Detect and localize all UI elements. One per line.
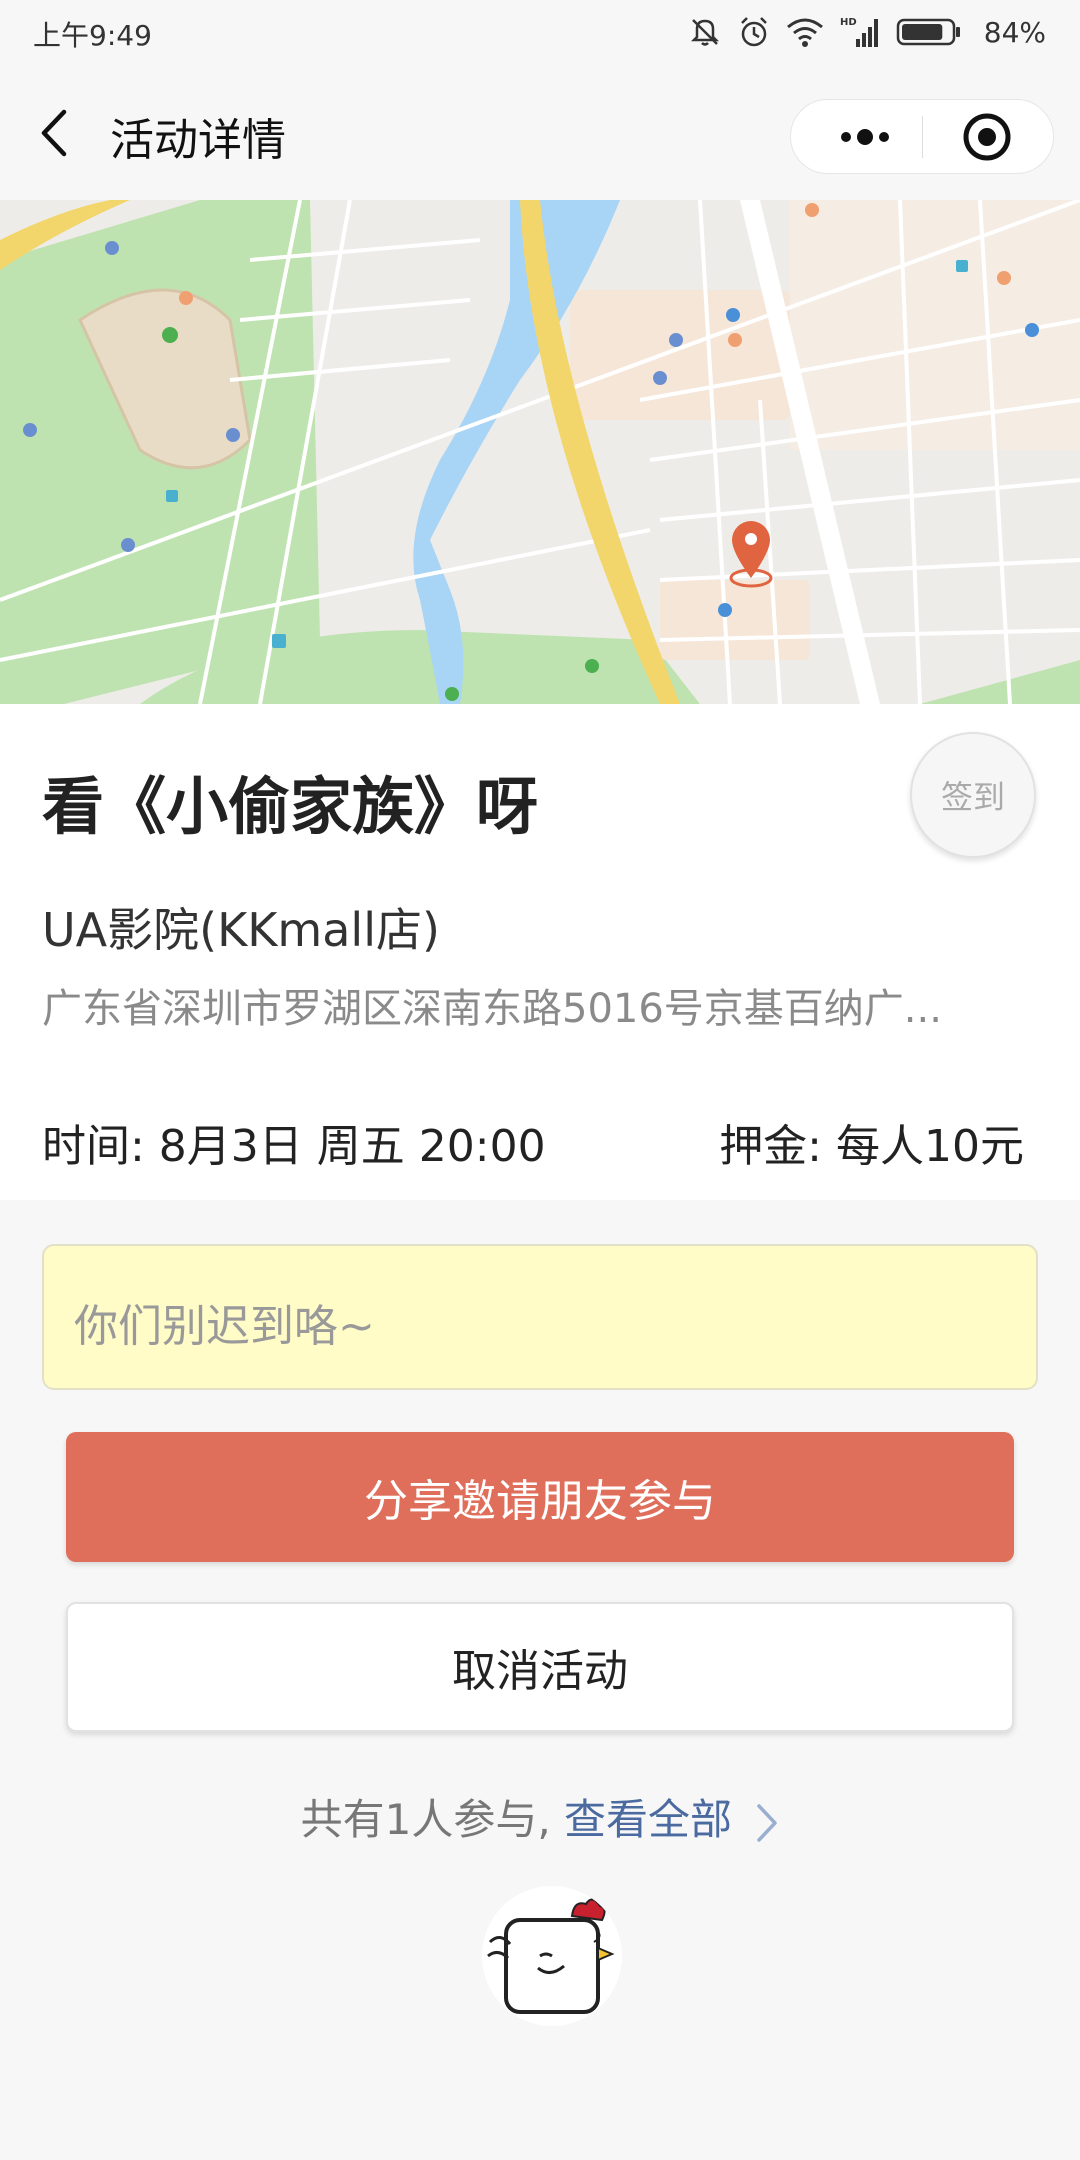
navigation-bar: 活动详情 xyxy=(0,66,1080,200)
target-close-icon xyxy=(963,113,1011,161)
hd-signal-icon: HD xyxy=(840,17,878,47)
cancel-event-button[interactable]: 取消活动 xyxy=(66,1602,1014,1732)
participant-avatar[interactable] xyxy=(482,1886,622,2026)
chevron-right-icon[interactable] xyxy=(755,1802,779,1844)
close-miniprogram-button[interactable] xyxy=(923,100,1055,175)
status-bar: 上午9:49 HD 84% xyxy=(0,0,1080,66)
share-invite-button[interactable]: 分享邀请朋友参与 xyxy=(66,1432,1014,1562)
battery-percent: 84% xyxy=(983,15,1046,49)
battery-icon xyxy=(896,18,960,46)
svg-text:HD: HD xyxy=(840,17,857,28)
event-deposit: 押金: 每人10元 xyxy=(719,1121,1024,1172)
alarm-icon xyxy=(740,17,767,47)
venue-address: 广东省深圳市罗湖区深南东路5016号京基百纳广... xyxy=(42,986,942,1032)
event-note: 你们别迟到咯~ xyxy=(42,1244,1038,1390)
event-note-text: 你们别迟到咯~ xyxy=(74,1301,375,1352)
more-button[interactable] xyxy=(809,100,921,175)
event-title: 看《小偷家族》呀 xyxy=(42,770,539,843)
miniprogram-capsule xyxy=(790,99,1054,174)
back-button[interactable] xyxy=(34,106,78,160)
location-map[interactable] xyxy=(0,200,1080,704)
participants-summary: 共有1人参与, 查看全部 xyxy=(0,1786,1080,1847)
event-time: 时间: 8月3日 周五 20:00 xyxy=(42,1121,546,1172)
chevron-left-icon xyxy=(41,109,67,157)
wifi-icon xyxy=(786,18,823,47)
chicken-avatar-icon xyxy=(482,1886,622,2026)
venue-name: UA影院(KKmall店) xyxy=(42,903,440,957)
participants-count-text: 共有1人参与, xyxy=(300,1795,551,1844)
event-info-card: 看《小偷家族》呀 签到 UA影院(KKmall店) 广东省深圳市罗湖区深南东路5… xyxy=(0,704,1080,1200)
checkin-button[interactable]: 签到 xyxy=(910,732,1036,858)
status-time: 上午9:49 xyxy=(33,19,152,52)
status-icons: HD 84% xyxy=(688,12,1046,52)
mute-icon xyxy=(690,19,719,46)
view-all-link[interactable]: 查看全部 xyxy=(564,1795,732,1844)
page-title: 活动详情 xyxy=(110,115,286,166)
map-graphic xyxy=(0,200,1080,704)
more-dots-icon xyxy=(841,129,889,145)
